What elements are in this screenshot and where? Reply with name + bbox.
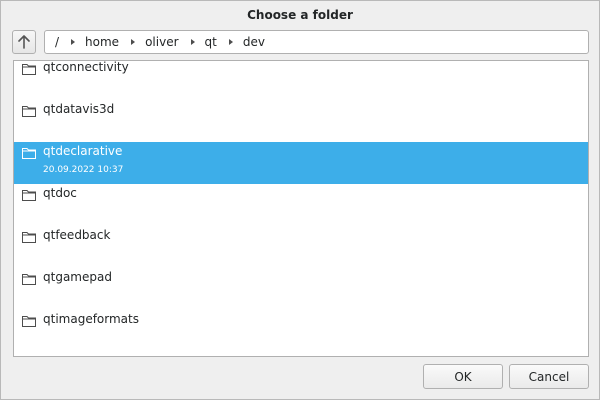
breadcrumb-separator-icon[interactable] bbox=[228, 39, 233, 45]
list-item-selected[interactable]: qtdeclarative 20.09.2022 10:37 bbox=[14, 142, 588, 184]
folder-icon bbox=[22, 274, 36, 285]
arrow-up-icon bbox=[18, 35, 30, 49]
folder-chooser-dialog: Choose a folder / home oliver qt dev qtc… bbox=[0, 0, 600, 400]
list-item-name: qtfeedback bbox=[43, 228, 111, 242]
breadcrumb-separator-icon[interactable] bbox=[71, 39, 76, 45]
list-item[interactable]: qtgamepad bbox=[14, 268, 588, 310]
folder-icon bbox=[22, 106, 36, 117]
list-item[interactable]: qtdoc bbox=[14, 184, 588, 226]
folder-list[interactable]: qtconnectivity qtdatavis3d qtdeclarative… bbox=[13, 60, 589, 357]
folder-icon bbox=[22, 190, 36, 201]
folder-icon bbox=[22, 64, 36, 75]
list-item[interactable]: qtdatavis3d bbox=[14, 100, 588, 142]
list-item-name: qtgamepad bbox=[43, 270, 112, 284]
list-item[interactable]: qtfeedback bbox=[14, 226, 588, 268]
breadcrumb-home[interactable]: home bbox=[84, 35, 120, 49]
ok-button[interactable]: OK bbox=[423, 364, 503, 389]
list-item[interactable]: qtimageformats bbox=[14, 310, 588, 352]
breadcrumb-oliver[interactable]: oliver bbox=[144, 35, 179, 49]
list-item[interactable]: qtconnectivity bbox=[14, 60, 588, 100]
list-item-name: qtdoc bbox=[43, 186, 77, 200]
breadcrumb: / home oliver qt dev bbox=[44, 30, 589, 54]
list-item-name: qtconnectivity bbox=[43, 60, 129, 74]
list-item-name: qtimageformats bbox=[43, 312, 139, 326]
breadcrumb-qt[interactable]: qt bbox=[204, 35, 218, 49]
breadcrumb-dev[interactable]: dev bbox=[242, 35, 266, 49]
cancel-button[interactable]: Cancel bbox=[509, 364, 589, 389]
list-item-name: qtdatavis3d bbox=[43, 102, 115, 116]
folder-icon bbox=[22, 316, 36, 327]
list-item-modified-date: 20.09.2022 10:37 bbox=[43, 165, 124, 175]
breadcrumb-root[interactable]: / bbox=[54, 35, 60, 49]
folder-icon bbox=[22, 232, 36, 243]
dialog-title: Choose a folder bbox=[247, 8, 353, 22]
list-item-name: qtdeclarative bbox=[43, 144, 123, 158]
breadcrumb-separator-icon[interactable] bbox=[190, 39, 195, 45]
folder-icon bbox=[22, 148, 36, 159]
breadcrumb-separator-icon[interactable] bbox=[131, 39, 136, 45]
parent-folder-button[interactable] bbox=[12, 30, 36, 54]
